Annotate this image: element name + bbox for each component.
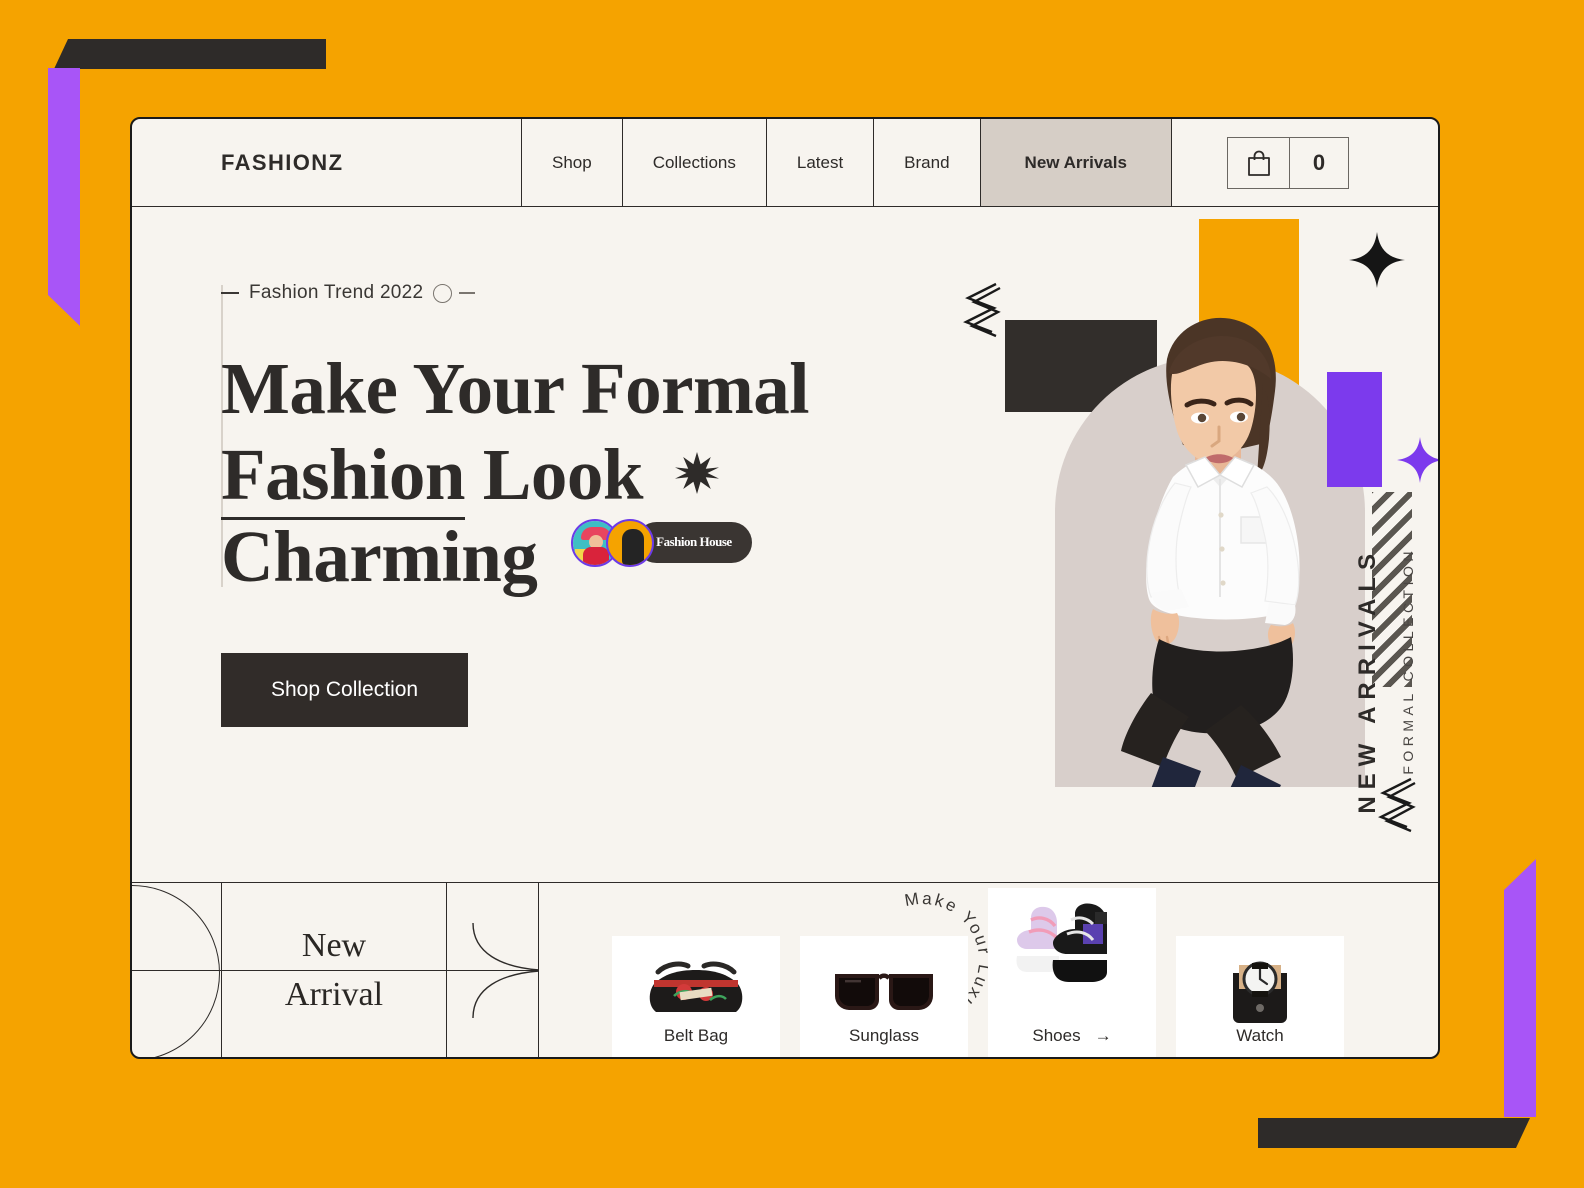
- navigation-bar: FASHIONZ Shop Collections Latest Brand N…: [132, 119, 1438, 207]
- corner-bracket-bottom-right-purple: [1504, 859, 1536, 1117]
- watch-icon: [1176, 952, 1344, 1026]
- hero-eyebrow: Fashion Trend 2022: [221, 282, 861, 304]
- nav-item-brand[interactable]: Brand: [874, 119, 981, 206]
- headline-line-2: Fashion Look: [221, 430, 861, 520]
- product-name: Shoes: [1032, 1026, 1081, 1045]
- cart-count: 0: [1312, 149, 1326, 175]
- shop-collection-button[interactable]: Shop Collection: [221, 653, 469, 728]
- product-card-shoes[interactable]: Shoes →: [988, 888, 1156, 1057]
- model-photo: [1055, 287, 1385, 787]
- decor-swoosh-cell: [447, 883, 540, 1057]
- eyebrow-label: Fashion Trend 2022: [249, 282, 424, 303]
- brand-logo[interactable]: FASHIONZ: [132, 119, 522, 206]
- headline-line-1: Make Your Formal: [221, 348, 810, 429]
- product-name: Sunglass: [849, 1026, 919, 1045]
- nav-item-latest[interactable]: Latest: [767, 119, 875, 206]
- product-card-list: Belt Bag Sunglass Shoes → Watch: [612, 883, 1364, 1057]
- website-card: FASHIONZ Shop Collections Latest Brand N…: [130, 117, 1440, 1059]
- product-card-sunglass[interactable]: Sunglass: [800, 936, 968, 1057]
- eyebrow-dash-icon: [221, 292, 239, 294]
- product-name: Belt Bag: [663, 1026, 729, 1045]
- new-arrival-heading-line2: Arrival: [284, 975, 384, 1013]
- side-label-new-arrivals: NEW ARRIVALS: [1354, 547, 1381, 814]
- four-point-sparkle-purple-icon: [1397, 437, 1438, 488]
- corner-bracket-bottom-right-dark: [1258, 1118, 1530, 1148]
- shopping-bag-icon[interactable]: [1228, 137, 1290, 188]
- fashion-house-badge[interactable]: Fashion House: [571, 518, 752, 567]
- belt-bag-icon: [612, 952, 780, 1026]
- side-label-formal-collection: FORMAL COLLECTION: [1400, 547, 1416, 775]
- nav-item-new-arrivals[interactable]: New Arrivals: [980, 119, 1172, 206]
- headline-word-charming: Charming: [221, 515, 538, 597]
- hero-section: Fashion Trend 2022 Make Your Formal Fash…: [132, 207, 1438, 1031]
- avatar: [606, 518, 655, 567]
- new-arrival-heading: New Arrival: [222, 883, 447, 1057]
- eyebrow-tail-icon: [459, 292, 476, 294]
- arrow-right-icon[interactable]: →: [1095, 1026, 1112, 1046]
- hero-text-block: Fashion Trend 2022 Make Your Formal Fash…: [221, 282, 861, 728]
- side-vertical-labels: NEW ARRIVALS FORMAL COLLECTION: [1354, 547, 1416, 814]
- sunglass-icon: [800, 952, 968, 1026]
- nav-item-shop[interactable]: Shop: [522, 119, 623, 206]
- headline-line-3: Charming Fashion House: [221, 516, 861, 598]
- cart-widget[interactable]: 0: [1227, 136, 1349, 189]
- product-card-belt-bag[interactable]: Belt Bag: [612, 936, 780, 1057]
- four-point-sparkle-icon: [1349, 232, 1405, 293]
- page-title: Make Your Formal Fashion Look Charming F…: [221, 348, 861, 597]
- zigzag-decor-icon: [962, 282, 1004, 345]
- product-card-watch[interactable]: Watch: [1176, 936, 1344, 1057]
- eight-point-star-icon: [674, 430, 719, 512]
- product-name: Watch: [1236, 1026, 1284, 1045]
- headline-word-fashion: Fashion: [221, 433, 465, 520]
- eyebrow-circle-icon: [433, 283, 453, 303]
- decor-circle-cell: [132, 883, 222, 1057]
- corner-bracket-top-left-dark: [54, 39, 326, 69]
- headline-word-look: Look: [482, 433, 644, 515]
- new-arrival-heading-line1: New: [301, 927, 367, 965]
- corner-bracket-top-left-purple: [48, 68, 80, 326]
- shoes-icon: [988, 898, 1156, 988]
- product-name-with-arrow: Shoes →: [1032, 1026, 1111, 1046]
- new-arrival-strip: New Arrival Belt Bag Sunglass Shoes → Wa…: [132, 882, 1438, 1057]
- nav-item-collections[interactable]: Collections: [623, 119, 767, 206]
